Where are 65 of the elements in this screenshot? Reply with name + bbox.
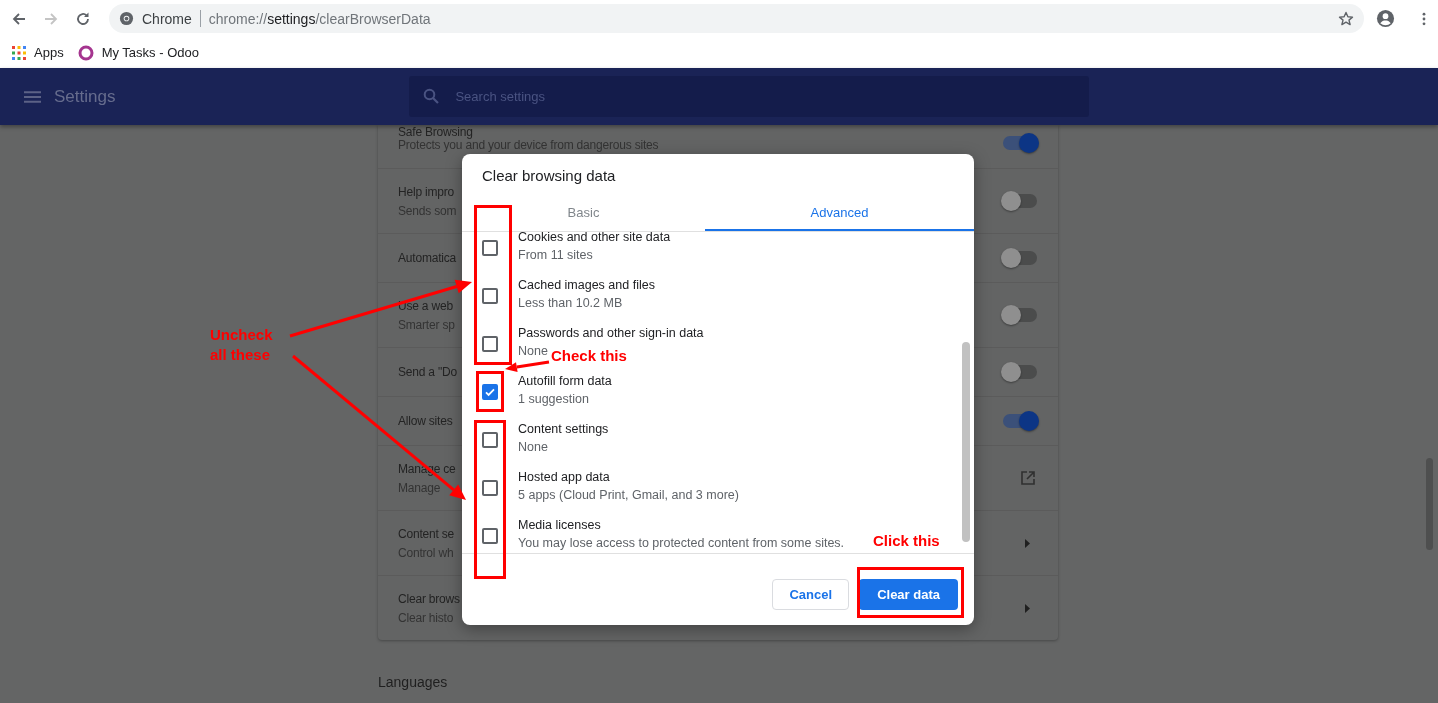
setting-title: Allow sites — [398, 414, 453, 428]
toggle-switch[interactable] — [1003, 251, 1037, 265]
checkbox[interactable] — [482, 432, 498, 448]
annotation-text: Check this — [551, 346, 627, 366]
setting-title: Safe Browsing — [398, 126, 473, 139]
search-icon — [423, 88, 440, 104]
setting-title: Send a "Do — [398, 365, 457, 379]
url-text: chrome://settings/clearBrowserData — [208, 10, 431, 27]
highlight-frame — [476, 371, 504, 412]
more-icon[interactable] — [1422, 11, 1426, 26]
address-bar[interactable]: Chrome chrome://settings/clearBrowserData — [109, 4, 1364, 33]
option-label: Passwords and other sign-in data — [518, 326, 704, 340]
caret-icon[interactable] — [1025, 538, 1030, 548]
option-label: Autofill form data — [518, 374, 612, 388]
setting-title: Clear brows — [398, 591, 460, 606]
annotation-text: Click this — [873, 531, 940, 551]
section-heading: Languages — [378, 674, 449, 690]
chrome-icon — [119, 11, 134, 26]
toggle-switch[interactable] — [1003, 308, 1037, 322]
toggle-switch[interactable] — [1003, 194, 1037, 208]
account-icon[interactable] — [1376, 9, 1395, 28]
setting-title: Help impro — [398, 184, 455, 199]
tab[interactable]: Advanced — [705, 196, 974, 231]
tab[interactable]: Basic — [462, 196, 705, 231]
option-detail: 1 suggestion — [518, 392, 589, 406]
checkbox[interactable] — [482, 384, 498, 400]
apps-grid-icon — [12, 45, 26, 60]
toggle-switch[interactable] — [1003, 414, 1037, 428]
setting-title: Content se — [398, 526, 455, 541]
arrow — [505, 360, 550, 372]
scrollbar-thumb[interactable] — [962, 342, 970, 542]
option-detail: You may lose access to protected content from some sites. — [518, 536, 845, 550]
toggle-switch[interactable] — [1003, 136, 1037, 150]
option-label: Hosted app data — [518, 470, 610, 484]
bookmark[interactable]: My Tasks - Odoo — [77, 44, 199, 61]
option-label: Cached images and files — [518, 278, 655, 292]
back-icon[interactable] — [11, 10, 27, 27]
option-label: Media licenses — [518, 518, 601, 532]
option-label: Cookies and other site data — [518, 232, 671, 244]
star-icon[interactable] — [1338, 10, 1354, 27]
site-label: Chrome — [142, 10, 192, 27]
option-detail: None — [518, 344, 548, 358]
option-label: Content settings — [518, 422, 609, 436]
checkbox[interactable] — [482, 480, 498, 496]
annotation-text: Uncheck all these — [210, 325, 274, 365]
cancel-button[interactable]: Cancel — [772, 579, 850, 610]
option-detail: None — [518, 440, 548, 454]
option-detail: From 11 sites — [518, 248, 593, 262]
dialog-title: Clear browsing data — [481, 166, 617, 186]
external-link-icon[interactable] — [1020, 470, 1036, 486]
option-detail: Less than 10.2 MB — [518, 296, 623, 310]
page-title: Settings — [54, 86, 116, 107]
bookmark[interactable]: Apps — [12, 45, 64, 60]
menu-icon[interactable] — [24, 90, 41, 103]
toggle-switch[interactable] — [1003, 365, 1037, 379]
setting-title: Automatica — [398, 251, 457, 265]
caret-icon[interactable] — [1025, 603, 1030, 613]
checkbox[interactable] — [482, 240, 498, 256]
option-detail: 5 apps (Cloud Print, Gmail, and 3 more) — [518, 488, 739, 502]
checkbox[interactable] — [482, 288, 498, 304]
clear-data-button[interactable]: Clear data — [859, 579, 958, 610]
checkbox[interactable] — [482, 336, 498, 352]
checkbox[interactable] — [482, 528, 498, 544]
ring-icon — [77, 44, 94, 61]
reload-icon[interactable] — [75, 10, 91, 27]
